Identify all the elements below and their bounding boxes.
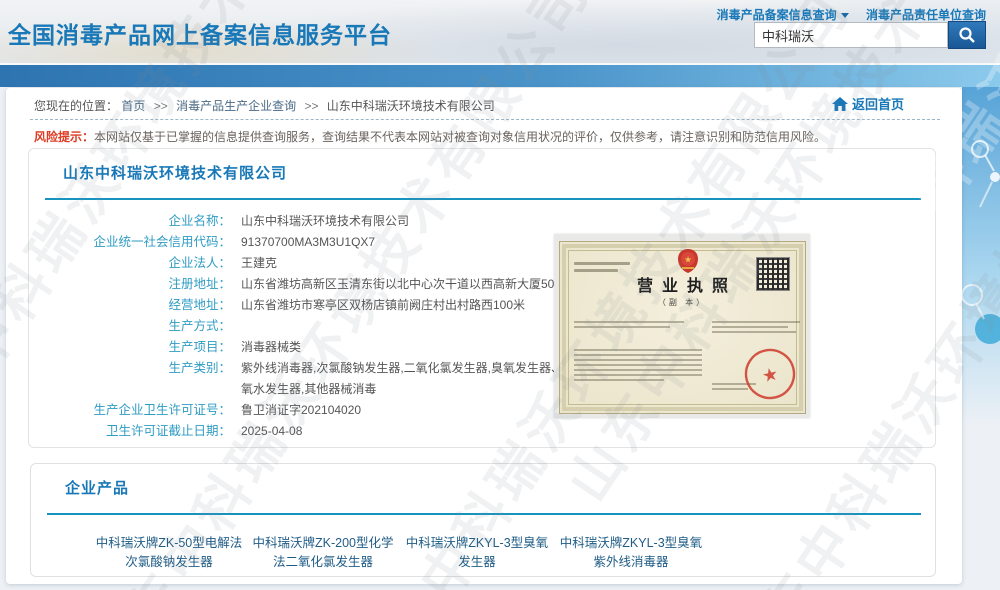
products-row: 中科瑞沃牌ZK-50型电解法次氯酸钠发生器 中科瑞沃牌ZK-200型化学法二氧化… <box>93 534 709 572</box>
products-title: 企业产品 <box>65 477 129 498</box>
field-row-production-item: 生产项目：消毒器械类 <box>29 337 589 358</box>
breadcrumb-current: 山东中科瑞沃环境技术有限公司 <box>327 99 495 113</box>
license-left-fields <box>574 318 694 331</box>
field-row-hygiene-license-no: 生产企业卫生许可证号：鲁卫消证字202104020 <box>29 400 589 421</box>
field-row-production-category: 生产类别：紫外线消毒器,次氯酸钠发生器,二氧化氯发生器,臭氧发生器、臭氧水发生器… <box>29 358 589 400</box>
company-fields: 企业名称：山东中科瑞沃环境技术有限公司 企业统一社会信用代码：91370700M… <box>29 211 589 442</box>
product-link-zkyl3-ozone[interactable]: 中科瑞沃牌ZKYL-3型臭氧发生器 <box>401 534 553 572</box>
home-icon <box>832 97 848 111</box>
breadcrumb-home-link[interactable]: 首页 <box>121 99 145 113</box>
risk-notice: 风险提示：本网站仅基于已掌握的信息提供查询服务，查询结果不代表本网站对被查询对象… <box>34 128 826 145</box>
search-area <box>754 21 986 49</box>
chevron-down-icon <box>841 13 849 18</box>
qr-code <box>756 257 790 291</box>
title-underline <box>45 198 921 200</box>
main-content-card: 您现在的位置： 首页 >> 消毒产品生产企业查询 >> 山东中科瑞沃环境技术有限… <box>6 88 962 584</box>
nav-link-responsible-unit-query[interactable]: 消毒产品责任单位查询 <box>866 8 986 22</box>
field-row-production-mode: 生产方式： <box>29 316 589 337</box>
product-link-zk50[interactable]: 中科瑞沃牌ZK-50型电解法次氯酸钠发生器 <box>93 534 245 572</box>
risk-notice-label: 风险提示： <box>34 130 94 144</box>
company-info-box: 山东中科瑞沃环境技术有限公司 企业名称：山东中科瑞沃环境技术有限公司 企业统一社… <box>28 148 936 448</box>
right-decoration-strip <box>962 87 1000 427</box>
page: 全国消毒产品网上备案信息服务平台 消毒产品备案信息查询 消毒产品责任单位查询 <box>0 0 1000 590</box>
risk-notice-text: 本网站仅基于已掌握的信息提供查询服务，查询结果不代表本网站对被查询对象信用状况的… <box>94 130 826 144</box>
field-row-credit-code: 企业统一社会信用代码：91370700MA3M3U1QX7 <box>29 232 589 253</box>
products-box: 企业产品 中科瑞沃牌ZK-50型电解法次氯酸钠发生器 中科瑞沃牌ZK-200型化… <box>30 463 936 577</box>
company-title: 山东中科瑞沃环境技术有限公司 <box>63 162 287 183</box>
search-input[interactable] <box>754 22 948 48</box>
national-emblem-icon: ★ <box>677 249 699 273</box>
license-subtitle: （副 本） <box>560 297 805 308</box>
products-underline <box>47 513 921 515</box>
field-row-registered-address: 注册地址：山东省潍坊高新区玉清东街以北中心次干道以西高新大厦502房间 <box>29 274 589 295</box>
dashed-divider <box>30 119 940 120</box>
license-paper: ★ 营业执照 （副 本） <box>559 241 806 414</box>
breadcrumb-separator: >> <box>154 99 168 113</box>
back-home-label: 返回首页 <box>852 94 904 113</box>
breadcrumb-separator: >> <box>304 99 318 113</box>
license-scope-paragraph <box>574 346 702 384</box>
back-home-link[interactable]: 返回首页 <box>832 94 904 113</box>
breadcrumb-label: 您现在的位置： <box>34 99 118 113</box>
search-button[interactable] <box>948 21 986 49</box>
field-row-business-address: 经营地址：山东省潍坊市寒亭区双杨店镇前阙庄村出村路西100米 <box>29 295 589 316</box>
field-row-license-expiry: 卫生许可证截止日期：2025-04-08 <box>29 421 589 442</box>
official-seal-icon: ★ <box>738 342 802 406</box>
breadcrumb-company-query-link[interactable]: 消毒产品生产企业查询 <box>176 99 296 113</box>
site-title: 全国消毒产品网上备案信息服务平台 <box>8 16 392 50</box>
business-license-image: ★ 营业执照 （副 本） <box>554 234 810 418</box>
header-divider-bar <box>0 65 1000 87</box>
svg-text:★: ★ <box>760 364 780 387</box>
svg-text:★: ★ <box>684 255 692 265</box>
search-icon <box>958 26 976 44</box>
field-row-legal-person: 企业法人：王建克 <box>29 253 589 274</box>
product-link-zk200[interactable]: 中科瑞沃牌ZK-200型化学法二氧化氯发生器 <box>247 534 399 572</box>
product-link-zkyl3-uv[interactable]: 中科瑞沃牌ZKYL-3型臭氧紫外线消毒器 <box>555 534 707 572</box>
license-code-lines <box>574 258 632 276</box>
breadcrumb: 您现在的位置： 首页 >> 消毒产品生产企业查询 >> 山东中科瑞沃环境技术有限… <box>34 97 495 114</box>
license-right-fields <box>712 318 804 336</box>
field-row-name: 企业名称：山东中科瑞沃环境技术有限公司 <box>29 211 589 232</box>
molecule-decoration-icon <box>962 87 1000 427</box>
nav-link-record-query[interactable]: 消毒产品备案信息查询 <box>717 8 849 22</box>
